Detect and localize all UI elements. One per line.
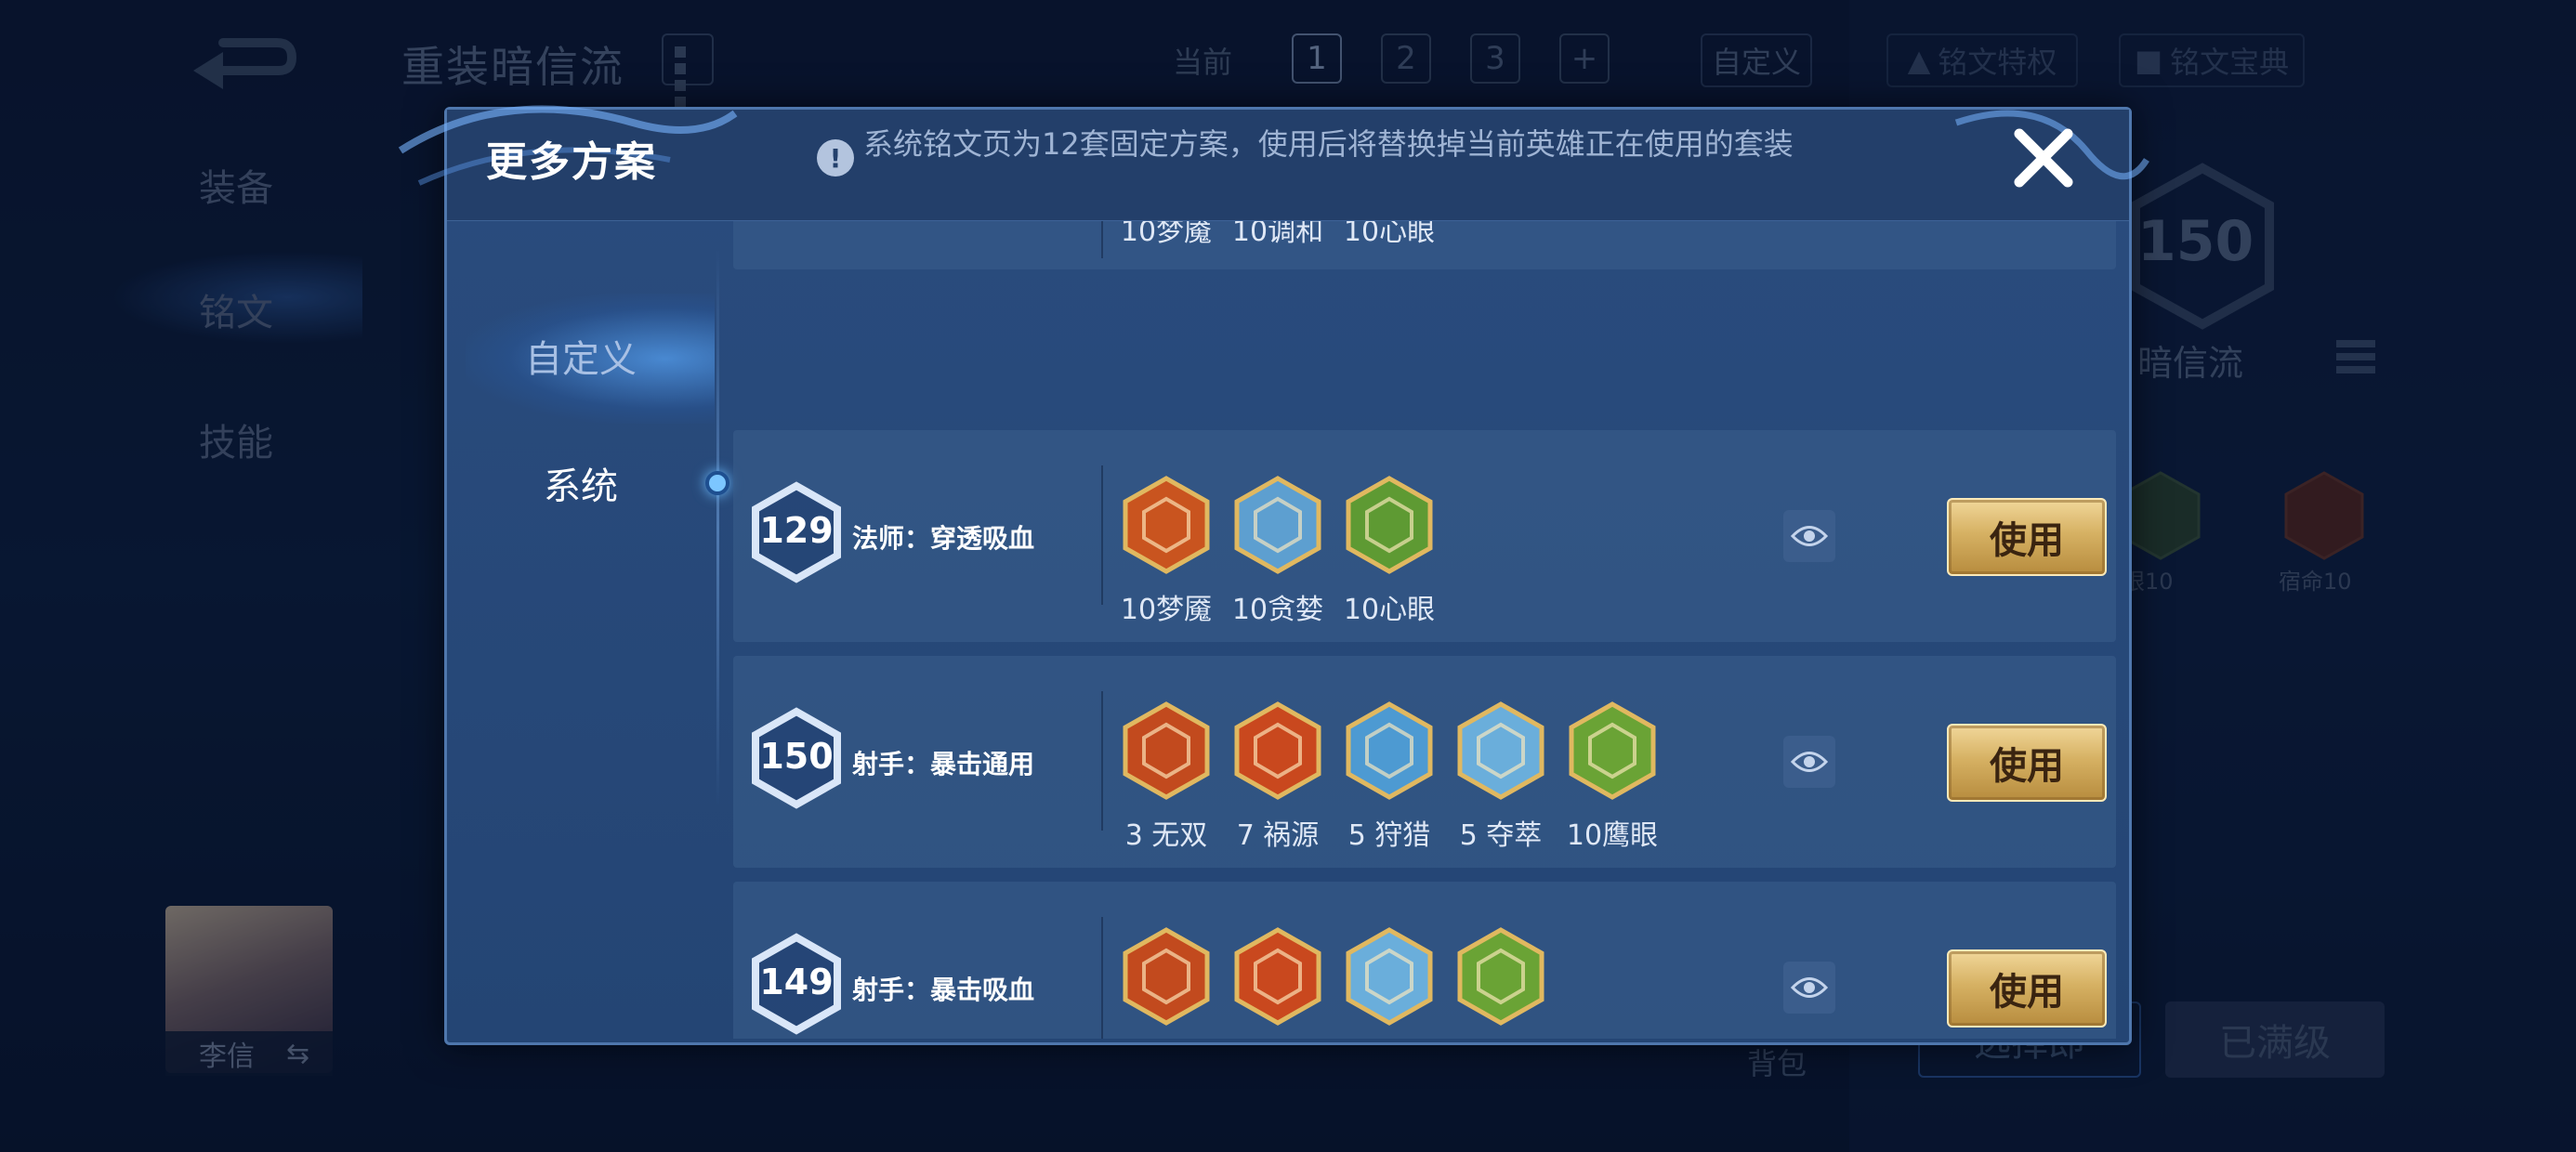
- page-tab-2[interactable]: 2: [1381, 33, 1431, 84]
- rune-label: 3 无双: [1124, 819, 1208, 852]
- plan-name: 射手：暴击通用: [852, 749, 1035, 779]
- plan-category-tabs: 自定义 系统: [447, 221, 729, 1045]
- plan-row: 10梦魇10调和10心眼使用: [733, 221, 2116, 269]
- custom-button[interactable]: 自定义: [1701, 33, 1812, 87]
- maxed-button[interactable]: 已满级: [2165, 1001, 2385, 1078]
- hawk-eye-rune-icon: [1569, 701, 1656, 800]
- plan-name: 暗信流: [2137, 343, 2244, 384]
- tab-custom[interactable]: 自定义: [447, 309, 715, 402]
- active-tab-indicator: [705, 471, 729, 495]
- nightmare-rune-icon: [1123, 476, 1210, 574]
- greed-rune-icon: [1234, 476, 1321, 574]
- row-divider: [1101, 465, 1103, 605]
- back-arrow-icon[interactable]: [186, 30, 297, 89]
- row-divider: [1101, 917, 1103, 1039]
- page-title: 重装暗信流: [401, 42, 624, 92]
- nav-item-skills[interactable]: 技能: [199, 412, 273, 466]
- rune-label: 3 无双: [1101, 1038, 1231, 1039]
- nav-item-equipment[interactable]: 装备: [199, 158, 273, 212]
- plan-level: 150: [2137, 209, 2254, 274]
- rune-label: 5 狩猎: [1347, 819, 1431, 852]
- hawk-eye-rune-icon: [1457, 927, 1544, 1026]
- preview-eye-button[interactable]: [1783, 736, 1835, 788]
- grid-menu-icon[interactable]: [662, 33, 714, 108]
- close-icon[interactable]: [2008, 123, 2079, 193]
- tab-system[interactable]: 系统: [447, 437, 715, 530]
- rune-label: 7 祸源: [1213, 1038, 1343, 1039]
- nav-item-runes[interactable]: 铭文: [199, 282, 273, 336]
- info-text: 系统铭文页为12套固定方案，使用后将替换掉当前英雄正在使用的套装: [863, 126, 1794, 162]
- plan-level: 129: [759, 510, 834, 551]
- add-page-button[interactable]: +: [1559, 33, 1610, 84]
- eye-icon: [1791, 752, 1828, 772]
- plan-level: 150: [759, 736, 834, 777]
- unrivaled-rune-icon: [1123, 927, 1210, 1026]
- rune-label: 10调和: [1231, 221, 1324, 248]
- rune-label: 宿命10: [2279, 569, 2352, 595]
- use-plan-button[interactable]: 使用: [1947, 949, 2107, 1028]
- mind-eye-rune-icon: [1346, 476, 1433, 574]
- page-tab-1[interactable]: 1: [1292, 33, 1342, 84]
- plunder-rune-icon: [1346, 927, 1433, 1026]
- more-plans-dialog: 更多方案 ! 系统铭文页为12套固定方案，使用后将替换掉当前英雄正在使用的套装 …: [398, 105, 2149, 1045]
- preview-eye-button[interactable]: [1783, 510, 1835, 562]
- rune-label: 10贪婪: [1231, 594, 1324, 626]
- rune-label: 10心眼: [1343, 594, 1436, 626]
- rune-label: 5 夺萃: [1459, 819, 1543, 852]
- menu-list-icon[interactable]: [2333, 334, 2379, 386]
- info-icon: !: [817, 139, 854, 177]
- plunder-rune-icon: [1457, 701, 1544, 800]
- calamity-rune-icon: [1234, 927, 1321, 1026]
- plan-level: 149: [759, 962, 834, 1002]
- plan-list[interactable]: 10梦魇10调和10心眼使用129法师：穿透吸血10梦魇10贪婪10心眼使用15…: [733, 221, 2116, 1039]
- plan-row: 149 射手：暴击吸血 3 无双7 祸源10夺萃10鹰眼 使用: [733, 882, 2116, 1039]
- dialog-title: 更多方案: [486, 138, 657, 186]
- fate-rune-icon: [2284, 471, 2364, 560]
- rune-label: 7 祸源: [1236, 819, 1320, 852]
- eye-icon: [1791, 526, 1828, 546]
- plan-name: 射手：暴击吸血: [852, 975, 1035, 1005]
- calamity-rune-icon: [1234, 701, 1321, 800]
- unrivaled-rune-icon: [1123, 701, 1210, 800]
- page-tab-3[interactable]: 3: [1470, 33, 1520, 84]
- eye-icon: [1791, 977, 1828, 998]
- rune-label: 10鹰眼: [1566, 819, 1659, 852]
- hero-name-bar[interactable]: 李信 ⇆: [165, 1031, 333, 1076]
- rune-label: 10夺萃: [1324, 1038, 1454, 1039]
- bag-label[interactable]: 背包: [1747, 1041, 1807, 1083]
- rune-label: 10梦魇: [1120, 594, 1213, 626]
- plan-name: 法师：穿透吸血: [852, 523, 1035, 554]
- row-divider: [1101, 691, 1103, 831]
- plan-row: 150 射手：暴击通用 3 无双 7 祸源 5 狩猎 5 夺萃 10鹰眼 使用: [733, 656, 2116, 868]
- rune-label: 10鹰眼: [1436, 1038, 1566, 1039]
- swap-icon[interactable]: ⇆: [286, 1038, 309, 1070]
- plan-row: 129 法师：穿透吸血 10梦魇 10贪婪 10心眼 使用: [733, 430, 2116, 642]
- preview-eye-button[interactable]: [1783, 962, 1835, 1014]
- hero-name: 李信: [199, 1041, 255, 1073]
- use-plan-button[interactable]: 使用: [1947, 724, 2107, 802]
- dialog-header: 更多方案 ! 系统铭文页为12套固定方案，使用后将替换掉当前英雄正在使用的套装: [398, 105, 2149, 221]
- current-label: 当前: [1173, 45, 1233, 80]
- tab-divider: [716, 249, 719, 806]
- use-plan-button[interactable]: 使用: [1947, 498, 2107, 576]
- rune-label: 10心眼: [1343, 221, 1436, 248]
- hunt-rune-icon: [1346, 701, 1433, 800]
- rune-label: 10梦魇: [1120, 221, 1213, 248]
